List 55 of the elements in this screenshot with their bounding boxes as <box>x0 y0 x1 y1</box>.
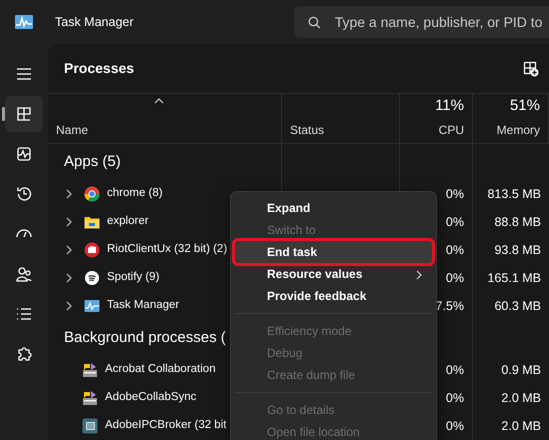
memory-value: 2.0 MB <box>501 390 541 407</box>
sort-caret-icon <box>154 98 164 104</box>
cpu-value: 0% <box>446 390 464 407</box>
nav-grid-button[interactable] <box>5 96 43 132</box>
section-header: Background processes ( <box>63 328 226 348</box>
cpu-value: 0% <box>446 214 464 231</box>
process-name: Task Manager <box>107 298 180 314</box>
memory-value: 88.8 MB <box>494 214 541 231</box>
app-icon <box>82 390 98 406</box>
search-field[interactable]: Type a name, publisher, or PID to <box>294 6 549 38</box>
browser-icon <box>84 186 100 202</box>
process-name: AdobeCollabSync <box>105 390 196 406</box>
column-header[interactable]: Status <box>290 121 391 139</box>
menu-item[interactable]: End task <box>235 241 432 263</box>
cpu-value: 7.5% <box>436 298 464 315</box>
sound-wave-icon <box>84 270 100 286</box>
memory-value: 813.5 MB <box>487 186 541 203</box>
app-icon <box>82 362 98 378</box>
cpu-value: 0% <box>446 418 464 435</box>
memory-value: 93.8 MB <box>494 242 541 259</box>
cpu-value: 0% <box>446 270 464 287</box>
column-total: 51% <box>510 96 540 116</box>
users-icon <box>15 265 33 283</box>
cpu-value: 0% <box>446 242 464 259</box>
window-title: Task Manager <box>55 14 134 31</box>
page-title: Processes <box>64 59 134 78</box>
search-icon <box>308 16 321 28</box>
memory-value: 60.3 MB <box>494 298 541 315</box>
document-icon <box>82 418 98 434</box>
chart-icon <box>84 298 100 314</box>
process-name: RiotClientUx (32 bit) (2) <box>107 242 228 258</box>
process-name: Spotify (9) <box>107 270 160 286</box>
column-header[interactable]: Memory <box>496 121 540 139</box>
new-task-icon[interactable] <box>523 60 539 76</box>
history-icon <box>15 185 33 203</box>
process-name: explorer <box>107 214 149 230</box>
menu-item[interactable]: Resource values <box>235 263 432 285</box>
cpu-value: 0% <box>446 362 464 379</box>
grid-icon <box>15 105 33 123</box>
column-header[interactable]: CPU <box>438 121 464 139</box>
pulse-icon <box>15 145 33 163</box>
process-name: Acrobat Collaboration <box>105 362 216 378</box>
cpu-value: 0% <box>446 186 464 203</box>
memory-value: 165.1 MB <box>487 270 541 287</box>
section-header: Apps (5) <box>63 152 121 172</box>
process-name: chrome (8) <box>107 186 163 202</box>
menu-item[interactable]: Provide feedback <box>235 285 432 307</box>
menu-item[interactable]: Expand <box>235 197 432 219</box>
memory-value: 0.9 MB <box>501 362 541 379</box>
folder-icon <box>84 214 100 230</box>
column-header[interactable]: Name <box>56 121 273 139</box>
memory-value: 2.0 MB <box>501 418 541 435</box>
column-total: 11% <box>435 96 464 116</box>
app-logo-icon <box>15 15 33 29</box>
process-name: AdobeIPCBroker (32 bit <box>105 418 226 434</box>
